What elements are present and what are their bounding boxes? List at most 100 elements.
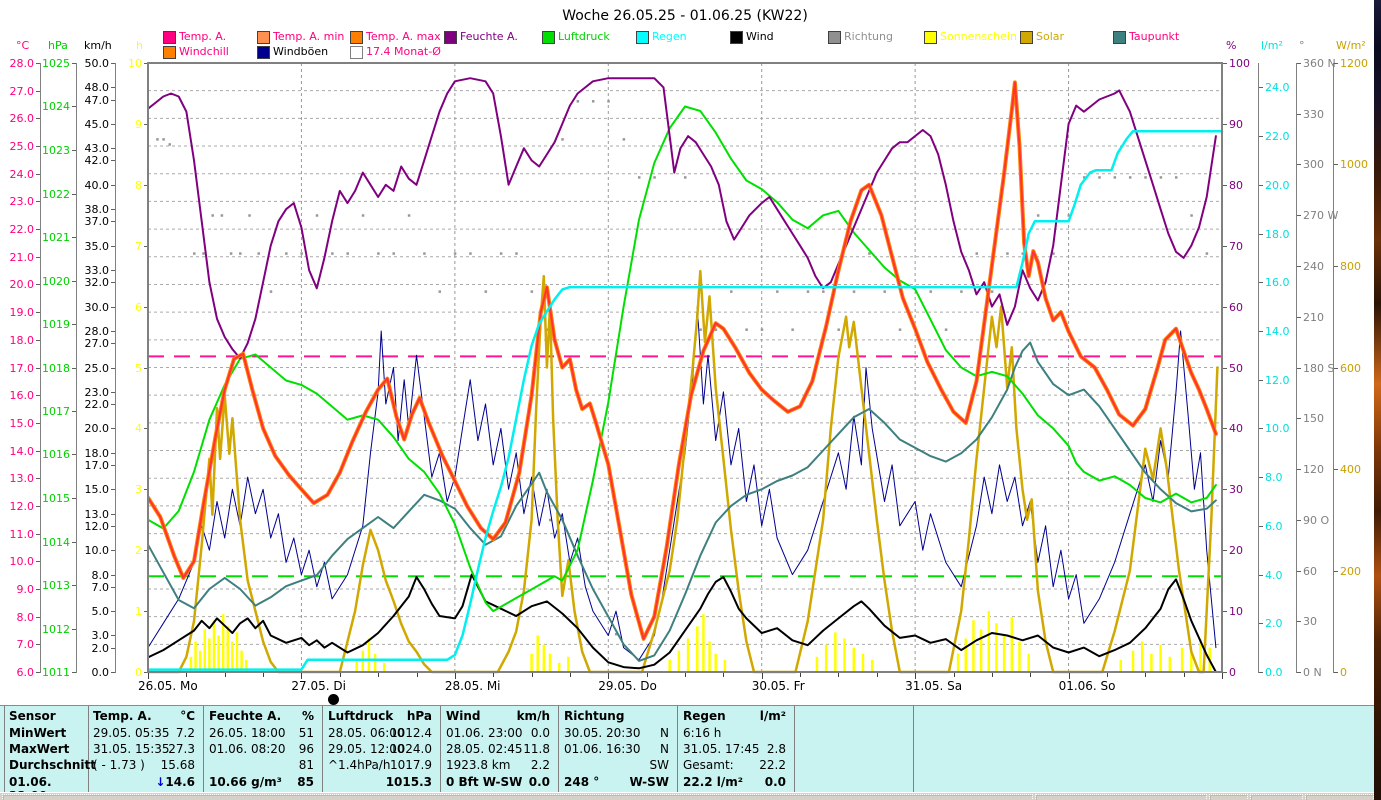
table-row-min: 01.06. 23:00 0.0 [440, 726, 558, 742]
axis-label-celsius: 13.0 [9, 472, 35, 485]
axis-tick [1334, 266, 1338, 267]
axis-label-lm2: 22.0 [1265, 130, 1290, 143]
axis-tick [111, 392, 115, 393]
table-cell-value: N [660, 726, 669, 740]
axis-tick [36, 229, 40, 230]
axis-tick [1297, 469, 1301, 470]
series-temp-a--minmax-band [147, 80, 1218, 641]
richtung-dot [548, 518, 552, 522]
legend-item-label: Temp. A. max [366, 30, 441, 43]
richtung-dot [883, 290, 886, 293]
richtung-dot [1174, 176, 1178, 179]
axis-label-wm2: 1000 [1340, 158, 1368, 171]
axis-unit-wm2: W/m² [1336, 39, 1366, 52]
richtung-dot [361, 214, 365, 217]
table-col-name: Temp. A. [93, 709, 152, 723]
richtung-dot [1205, 252, 1209, 255]
axis-label-lm2: 8.0 [1265, 471, 1283, 484]
axis-tick [1259, 526, 1263, 527]
axis-label-hours: 6 [135, 301, 142, 314]
richtung-dot [852, 290, 856, 293]
richtung-dot [168, 143, 171, 146]
legend-color-box-icon [350, 46, 363, 59]
table-cell-text: 31.05. 17:45 [683, 742, 760, 756]
axis-tick [1297, 266, 1301, 267]
table-cell-text: 22.2 l/m² [683, 775, 744, 789]
axis-label-celsius: 24.0 [9, 168, 35, 181]
x-axis-6h-tick [531, 673, 533, 677]
richtung-dot [561, 138, 564, 141]
axis-label-kmh: 37.0 [84, 215, 110, 228]
x-axis-6h-tick [339, 673, 341, 677]
x-axis-day-tick [148, 673, 149, 679]
series-luftdruck [147, 105, 1217, 613]
axis-label-kmh: 22.0 [84, 398, 110, 411]
axis-label-pct: 50 [1229, 362, 1243, 375]
richtung-dot [975, 252, 979, 255]
richtung-dot [1159, 176, 1163, 179]
axis-label-kmh: 43.0 [84, 142, 110, 155]
axis-tick [36, 617, 40, 618]
table-row-cur: 22.2 l/m² 0.0 [677, 775, 794, 791]
richtung-dot [898, 328, 902, 331]
table-row-max: 31.05. 17:45 2.8 [677, 742, 794, 758]
axis-tick [1334, 63, 1338, 64]
richtung-dot [300, 252, 303, 255]
table-row-avg: SW [558, 758, 677, 774]
axis-tick [111, 514, 115, 515]
table-row-avg: 81 [203, 758, 322, 774]
x-axis-day-label: 29.05. Do [598, 679, 657, 693]
x-axis-6h-tick [416, 673, 418, 677]
axis-label-kmh: 27.0 [84, 337, 110, 350]
axis-label-hours: 4 [135, 422, 142, 435]
axis-unit-celsius: °C [16, 39, 30, 52]
chart-plot-area[interactable] [147, 62, 1224, 674]
table-cell-value: 1012.4 [390, 726, 432, 740]
axis-tick [72, 237, 76, 238]
table-cell-value: 0.0 [528, 775, 550, 789]
table-row-avg: ^1.4hPa/h 1017.9 [322, 758, 440, 774]
table-col-name: Regen [683, 709, 726, 723]
table-cell-text: 29.05. 05:35 [93, 726, 170, 740]
axis-label-hours: 3 [135, 483, 142, 496]
table-col-name: Luftdruck [328, 709, 394, 723]
weather-app-window: Woche 26.05.25 - 01.06.25 (KW22) Temp. A… [0, 0, 1381, 800]
table-col-unit: % [301, 709, 314, 723]
axis-label-deg: 120 [1303, 463, 1324, 476]
statusbar-panel [2, 794, 1033, 800]
table-cell-text: 0 Bft W-SW [446, 775, 523, 789]
legend-color-box-icon [444, 31, 457, 44]
axis-label-deg: 360 N [1303, 57, 1336, 70]
legend-item-label: Regen [652, 30, 687, 43]
axis-unit-deg: ° [1299, 39, 1305, 52]
axis-tick [1297, 368, 1301, 369]
table-row-avg: ( - 1.73 ) 15.68 [87, 758, 203, 774]
richtung-dot [315, 214, 319, 217]
axis-label-pct: 0 [1229, 666, 1236, 679]
axis-label-kmh: 32.0 [84, 276, 110, 289]
axis-label-kmh: 8.0 [91, 569, 110, 582]
axis-tick [1259, 185, 1263, 186]
axis-unit-lm2: l/m² [1261, 39, 1283, 52]
series-solar [147, 269, 1219, 674]
table-row-avg: 1923.8 km 2.2 [440, 758, 558, 774]
table-cell-value: W-SW [629, 775, 669, 789]
axis-label-wm2: 1200 [1340, 57, 1368, 70]
richtung-dot [1036, 214, 1040, 217]
table-row-max: 29.05. 12:00 1024.0 [322, 742, 440, 758]
richtung-dot [423, 252, 426, 255]
table-row-header: MinWert [9, 726, 67, 740]
axis-tick [111, 453, 115, 454]
x-axis-day-tick [761, 673, 763, 679]
statusbar-panel [1209, 794, 1248, 800]
legend-color-box-icon [636, 31, 649, 44]
table-row-cur: ↓14.6 [87, 775, 203, 791]
axis-label-hours: 8 [135, 179, 142, 192]
richtung-dot [331, 252, 334, 255]
richtung-dot [730, 290, 733, 293]
table-col-header: Luftdruck hPa [322, 709, 440, 725]
table-row-min: 28.05. 06:00 1012.4 [322, 726, 440, 742]
axis-tick [36, 561, 40, 562]
x-axis-6h-tick [493, 673, 495, 677]
axis-tick [111, 526, 115, 527]
